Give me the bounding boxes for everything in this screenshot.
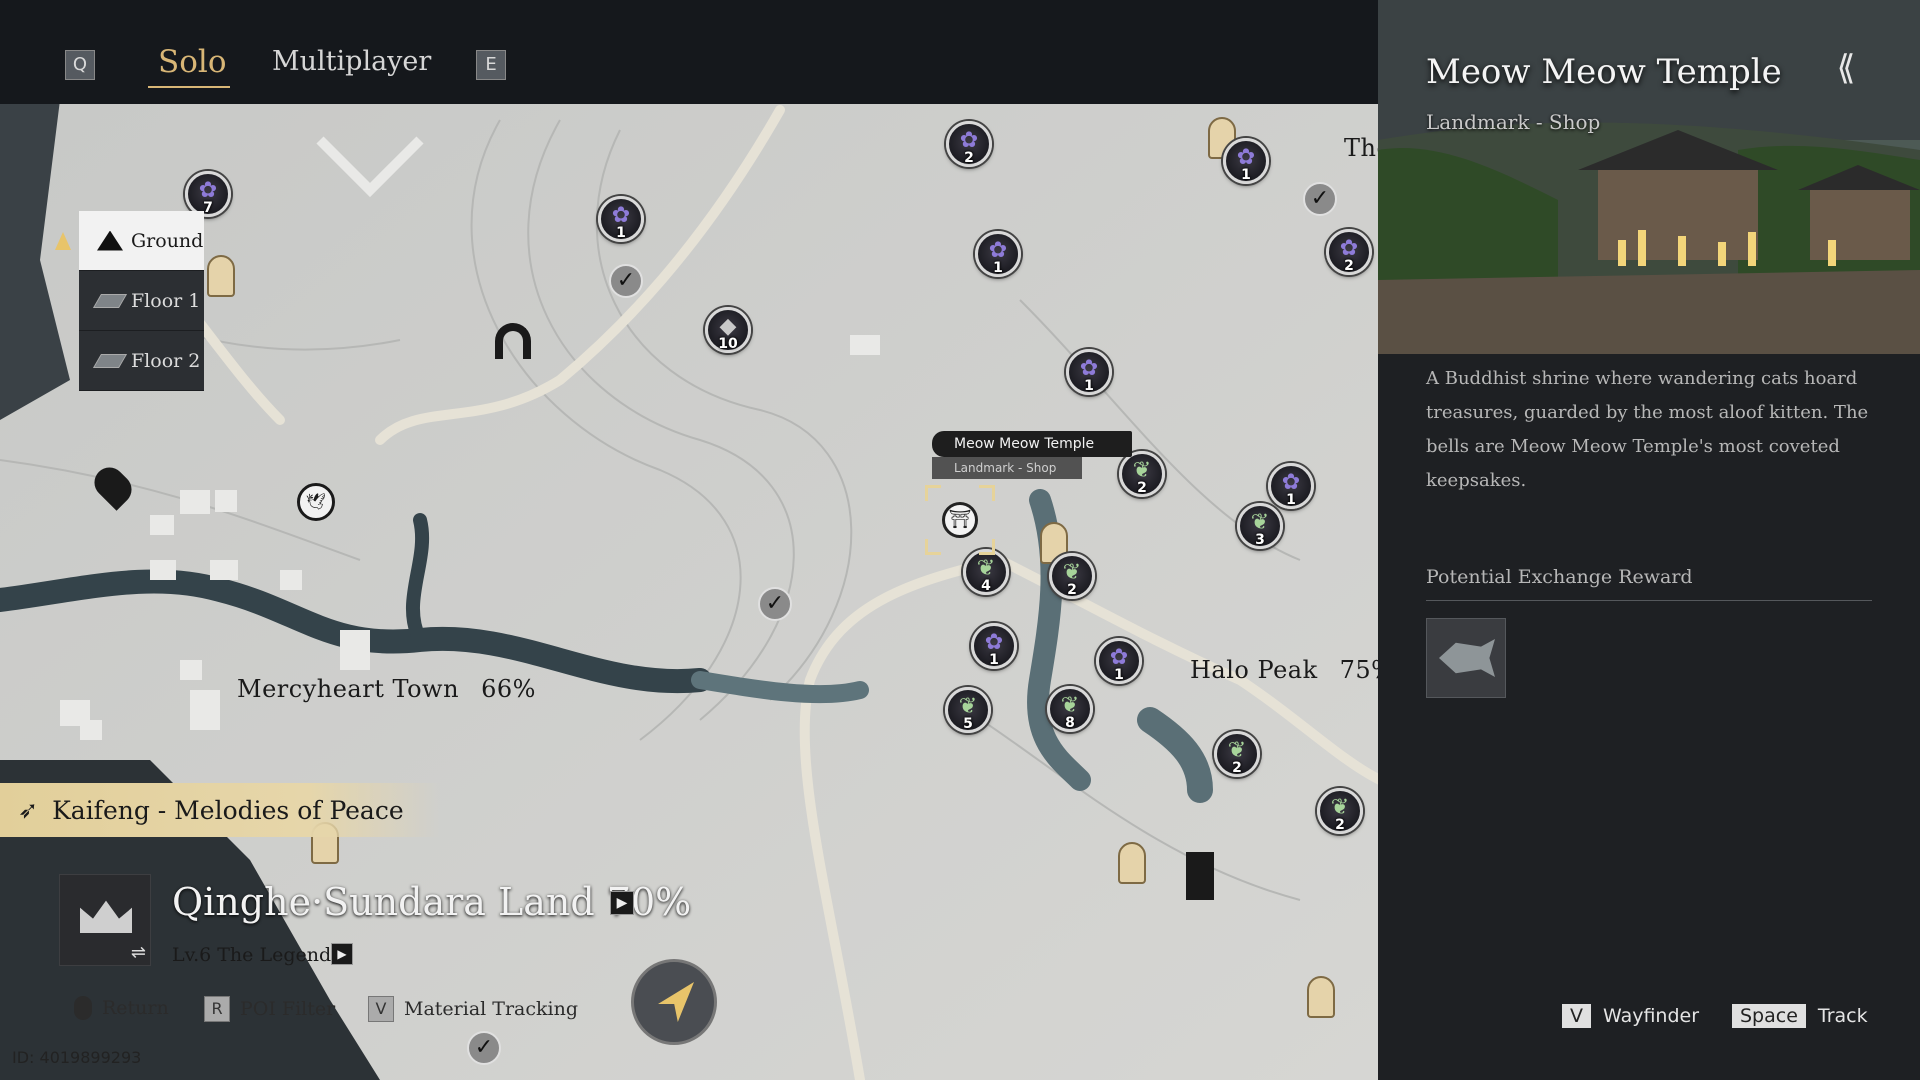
fish-icon [1439, 639, 1495, 677]
poi-filter-hint[interactable]: R POI Filter [204, 996, 335, 1022]
close-panel-button[interactable]: ⟪ [1818, 48, 1874, 92]
world-map[interactable]: ✓ ✓ ✓ ✓ 🕊 ✿ 7 ✿ 1 ✿ 2 ✿ 1 ◆ 10 ✿ 1 ✿ 1 ✿ 2 ❦ 2 ✿ 1… [0, 0, 1380, 1080]
map-label-mercyheart: Mercyheart Town 66% [237, 675, 536, 703]
material-tracking-hint[interactable]: V Material Tracking [368, 996, 578, 1022]
double-chevron-left-icon: ⟪ [1836, 48, 1856, 88]
flower-poi-icon[interactable]: ✿ 1 [1268, 463, 1314, 509]
completed-check-icon[interactable]: ✓ [758, 587, 792, 621]
wayfinder-action[interactable]: V Wayfinder [1562, 1004, 1699, 1028]
mouse-icon [74, 996, 92, 1020]
prev-tab-key[interactable]: Q [65, 50, 95, 80]
flower-poi-icon[interactable]: ✿ 2 [946, 121, 992, 167]
crown-icon [80, 900, 132, 933]
landmark-stone-icon[interactable] [1118, 842, 1146, 884]
map-label-partial: Tho [1344, 134, 1380, 162]
fish-poi-icon[interactable]: ◆ 10 [705, 307, 751, 353]
area-details-arrow[interactable]: ▶ [610, 891, 634, 915]
area-level: Lv.6 The Legend [172, 944, 332, 966]
level-details-arrow[interactable]: ▶ [331, 943, 353, 965]
top-tab-bar: Q Solo Multiplayer E [0, 0, 1380, 104]
floor-2-button[interactable]: Floor 2 [79, 331, 204, 391]
tab-multiplayer[interactable]: Multiplayer [272, 46, 431, 77]
floor-1-button[interactable]: Floor 1 [79, 271, 204, 331]
panel-description: A Buddhist shrine where wandering cats h… [1426, 368, 1869, 491]
flower-poi-icon[interactable]: ✿ 1 [1223, 138, 1269, 184]
landmark-stone-icon[interactable] [207, 255, 235, 297]
cave-icon[interactable] [495, 323, 531, 359]
floor-icon [92, 293, 128, 308]
tooltip-subtitle: Landmark - Shop [932, 457, 1082, 479]
completed-check-icon[interactable]: ✓ [609, 264, 643, 298]
flower-poi-icon[interactable]: ✿ 1 [971, 623, 1017, 669]
herb-poi-icon[interactable]: ❦ 3 [1237, 503, 1283, 549]
swap-icon: ⇌ [130, 942, 146, 963]
panel-title: Meow Meow Temple [1426, 52, 1782, 92]
shrine-icon[interactable] [1186, 852, 1214, 900]
poi-detail-panel: Meow Meow Temple Landmark - Shop ⟪ A Bud… [1378, 0, 1920, 1080]
tooltip-title: Meow Meow Temple [932, 431, 1132, 457]
selected-poi-tooltip: Meow Meow Temple Landmark - Shop [932, 431, 1132, 479]
navigation-arrow-icon [658, 982, 694, 1022]
completed-check-icon[interactable]: ✓ [467, 1031, 501, 1065]
tab-solo[interactable]: Solo [158, 44, 226, 80]
herb-poi-icon[interactable]: ❦ 8 [1047, 686, 1093, 732]
next-tab-key[interactable]: E [476, 50, 506, 80]
recenter-compass-button[interactable] [631, 959, 717, 1045]
flower-poi-icon[interactable]: ✿ 1 [1096, 638, 1142, 684]
return-hint[interactable]: Return [74, 996, 169, 1020]
floor-icon [92, 353, 128, 368]
flower-poi-icon[interactable]: ✿ 1 [975, 231, 1021, 277]
area-switch-button[interactable]: ⇌ [59, 874, 151, 966]
ground-icon [97, 230, 123, 251]
player-arrow-icon [55, 232, 71, 250]
reward-heading: Potential Exchange Reward [1426, 566, 1693, 588]
player-uid: ID: 4019899293 [12, 1048, 142, 1067]
panel-subtitle: Landmark - Shop [1426, 110, 1601, 134]
flower-poi-icon[interactable]: ✿ 1 [598, 196, 644, 242]
region-banner: ➶ Kaifeng - Melodies of Peace [0, 783, 440, 837]
reward-item-slot[interactable] [1426, 618, 1506, 698]
herb-poi-icon[interactable]: ❦ 2 [1214, 731, 1260, 777]
landmark-stone-icon[interactable] [1307, 976, 1335, 1018]
herb-poi-icon[interactable]: ❦ 5 [945, 687, 991, 733]
active-tab-indicator [148, 86, 230, 88]
completed-check-icon[interactable]: ✓ [1303, 182, 1337, 216]
floor-ground-button[interactable]: Ground [79, 211, 204, 271]
flower-poi-icon[interactable]: ✿ 2 [1326, 229, 1372, 275]
bird-icon: ➶ [18, 796, 39, 824]
map-label-halo-peak: Halo Peak75% [1190, 656, 1380, 684]
reward-divider [1426, 600, 1872, 601]
herb-poi-icon[interactable]: ❦ 2 [1049, 553, 1095, 599]
bird-waypoint-icon[interactable]: 🕊 [297, 483, 335, 521]
floor-selector: Ground Floor 1 Floor 2 [79, 211, 204, 391]
flower-poi-icon[interactable]: ✿ 1 [1066, 349, 1112, 395]
temple-pin-icon[interactable]: ⛩ [942, 502, 978, 538]
herb-poi-icon[interactable]: ❦ 4 [963, 549, 1009, 595]
herb-poi-icon[interactable]: ❦ 2 [1317, 788, 1363, 834]
track-action[interactable]: Space Track [1732, 1004, 1868, 1028]
